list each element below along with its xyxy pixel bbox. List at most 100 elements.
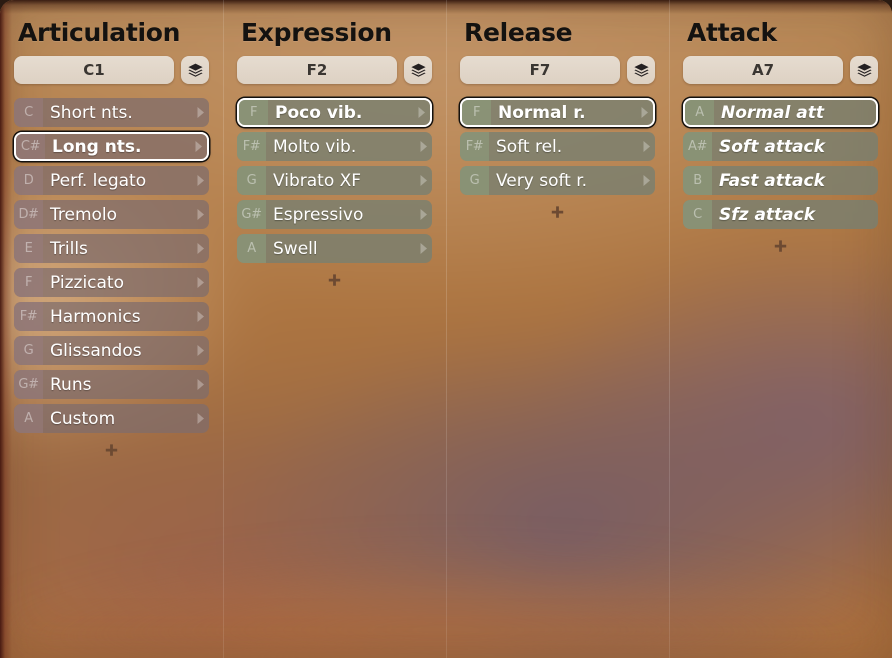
key-row: A7 (683, 56, 878, 85)
note-badge: D (14, 166, 43, 196)
plus-icon (549, 204, 566, 221)
list-item[interactable]: G Glissandos (14, 336, 209, 366)
chevron-right-icon[interactable] (414, 166, 432, 195)
note-badge: C (683, 200, 712, 230)
list-item[interactable]: G Very soft r. (460, 166, 655, 196)
chevron-right-icon[interactable] (412, 100, 430, 125)
list-item-label: Runs (50, 374, 92, 395)
list-item-label: Normal r. (498, 102, 586, 123)
column-title: Attack (687, 18, 777, 47)
list-item[interactable]: F# Molto vib. (237, 132, 432, 162)
layers-stack-icon-button[interactable] (404, 56, 432, 85)
note-badge: A (237, 234, 266, 264)
list-item[interactable]: A Normal att (683, 98, 878, 128)
layers-stack-icon (633, 62, 650, 79)
list-item-label: Normal att (721, 102, 824, 123)
chevron-right-icon[interactable] (191, 200, 209, 229)
list-item[interactable]: D Perf. legato (14, 166, 209, 196)
list-item[interactable]: C Sfz attack (683, 200, 878, 230)
list-item[interactable]: B Fast attack (683, 166, 878, 196)
list-item[interactable]: F# Harmonics (14, 302, 209, 332)
column-attack: Attack A7 A Normal att A# Soft attack B Fast at… (669, 0, 892, 658)
note-badge: A (14, 404, 43, 434)
list-item[interactable]: A# Soft attack (683, 132, 878, 162)
key-input[interactable]: A7 (683, 56, 843, 85)
chevron-right-icon[interactable] (191, 302, 209, 331)
list-item-label: Trills (50, 238, 88, 259)
chevron-right-icon[interactable] (191, 268, 209, 297)
list-item[interactable]: G# Espressivo (237, 200, 432, 230)
item-list: A Normal att A# Soft attack B Fast attack C Sfz… (683, 98, 878, 230)
column-release: Release F7 F Normal r. F# Soft rel. G Very soft… (446, 0, 669, 658)
articulation-map-panel: Articulation C1 C Short nts. C# Long nts. D Per… (0, 0, 892, 658)
list-item[interactable]: C Short nts. (14, 98, 209, 128)
layers-stack-icon-button[interactable] (627, 56, 655, 85)
list-item-label: Glissandos (50, 340, 142, 361)
chevron-right-icon[interactable] (191, 234, 209, 263)
chevron-right-icon[interactable] (637, 166, 655, 195)
list-item[interactable]: F Pizzicato (14, 268, 209, 298)
item-list: C Short nts. C# Long nts. D Perf. legato D# Tre… (14, 98, 209, 434)
add-item-button[interactable] (460, 199, 655, 225)
list-item-label: Custom (50, 408, 116, 429)
chevron-right-icon[interactable] (191, 404, 209, 433)
note-badge: G# (237, 200, 266, 230)
add-item-button[interactable] (14, 437, 209, 463)
key-row: F2 (237, 56, 432, 85)
chevron-right-icon[interactable] (191, 166, 209, 195)
list-item-label: Poco vib. (275, 102, 363, 123)
list-item-label: Molto vib. (273, 136, 357, 157)
list-item-label: Swell (273, 238, 318, 259)
list-item-label: Perf. legato (50, 170, 147, 191)
column-title: Articulation (18, 18, 181, 47)
item-list: F Normal r. F# Soft rel. G Very soft r. (460, 98, 655, 196)
plus-icon (103, 442, 120, 459)
chevron-right-icon[interactable] (637, 132, 655, 161)
chevron-right-icon[interactable] (191, 370, 209, 399)
add-item-button[interactable] (237, 267, 432, 293)
key-input[interactable]: F7 (460, 56, 620, 85)
list-item[interactable]: G Vibrato XF (237, 166, 432, 196)
list-item[interactable]: E Trills (14, 234, 209, 264)
list-item[interactable]: A Custom (14, 404, 209, 434)
list-item[interactable]: D# Tremolo (14, 200, 209, 230)
column-title: Release (464, 18, 573, 47)
chevron-right-icon[interactable] (189, 134, 207, 159)
chevron-right-icon[interactable] (191, 336, 209, 365)
chevron-right-icon[interactable] (191, 98, 209, 127)
note-badge: F# (460, 132, 489, 162)
layers-stack-icon (187, 62, 204, 79)
list-item[interactable]: G# Runs (14, 370, 209, 400)
add-item-button[interactable] (683, 233, 878, 259)
column-articulation: Articulation C1 C Short nts. C# Long nts. D Per… (0, 0, 223, 658)
column-container: Articulation C1 C Short nts. C# Long nts. D Per… (0, 0, 892, 658)
list-item-label: Very soft r. (496, 170, 588, 191)
list-item-label: Fast attack (719, 170, 825, 191)
chevron-right-icon[interactable] (414, 200, 432, 229)
list-item[interactable]: C# Long nts. (14, 132, 209, 162)
list-item-label: Soft rel. (496, 136, 563, 157)
key-input[interactable]: F2 (237, 56, 397, 85)
layers-stack-icon-button[interactable] (850, 56, 878, 85)
chevron-right-icon[interactable] (635, 100, 653, 125)
list-item-label: Tremolo (50, 204, 118, 225)
item-list: F Poco vib. F# Molto vib. G Vibrato XF G# Espre… (237, 98, 432, 264)
key-input[interactable]: C1 (14, 56, 174, 85)
layers-stack-icon (410, 62, 427, 79)
chevron-right-icon[interactable] (414, 132, 432, 161)
list-item[interactable]: A Swell (237, 234, 432, 264)
key-row: F7 (460, 56, 655, 85)
list-item[interactable]: F Normal r. (460, 98, 655, 128)
list-item-label: Espressivo (273, 204, 364, 225)
list-item[interactable]: F# Soft rel. (460, 132, 655, 162)
plus-icon (772, 238, 789, 255)
list-item[interactable]: F Poco vib. (237, 98, 432, 128)
chevron-right-icon[interactable] (414, 234, 432, 263)
note-badge: C (14, 98, 43, 128)
layers-stack-icon (856, 62, 873, 79)
column-title: Expression (241, 18, 392, 47)
note-badge: F# (14, 302, 43, 332)
note-badge: G (14, 336, 43, 366)
plus-icon (326, 272, 343, 289)
layers-stack-icon-button[interactable] (181, 56, 209, 85)
